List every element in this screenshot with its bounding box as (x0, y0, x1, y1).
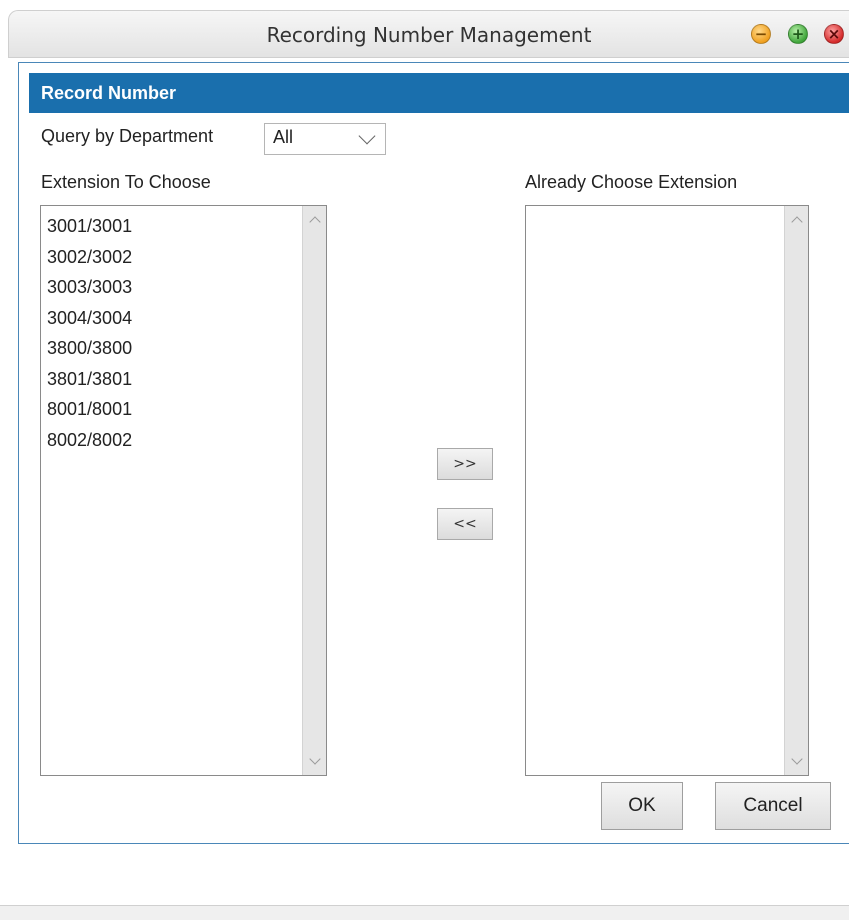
close-icon[interactable]: × (824, 24, 844, 44)
cancel-button[interactable]: Cancel (715, 782, 831, 830)
chevron-down-icon[interactable] (309, 753, 321, 765)
scrollbar[interactable] (784, 206, 808, 775)
list-item[interactable]: 3004/3004 (47, 303, 132, 334)
chevron-down-icon (358, 127, 376, 145)
already-choose-extension-list[interactable] (525, 205, 809, 776)
list-item[interactable]: 3001/3001 (47, 211, 132, 242)
list-item[interactable]: 3801/3801 (47, 364, 132, 395)
add-extension-button[interactable]: >> (437, 448, 493, 480)
list-item[interactable]: 8001/8001 (47, 394, 132, 425)
extension-to-choose-list[interactable]: 3001/3001 3002/3002 3003/3003 3004/3004 … (40, 205, 327, 776)
chevron-down-icon[interactable] (791, 753, 803, 765)
window-title: Recording Number Management (266, 23, 592, 47)
available-extension-items: 3001/3001 3002/3002 3003/3003 3004/3004 … (47, 211, 132, 455)
extension-to-choose-label: Extension To Choose (41, 172, 211, 192)
remove-extension-button[interactable]: << (437, 508, 493, 540)
department-select[interactable]: All (264, 123, 386, 155)
department-select-value: All (273, 127, 294, 147)
panel-header: Record Number (29, 73, 849, 113)
list-item[interactable]: 3002/3002 (47, 242, 132, 273)
minimize-icon[interactable]: − (751, 24, 771, 44)
chevron-up-icon[interactable] (791, 216, 803, 228)
title-bar[interactable]: Recording Number Management − + × (8, 10, 849, 58)
list-item[interactable]: 3003/3003 (47, 272, 132, 303)
chevron-up-icon[interactable] (309, 216, 321, 228)
maximize-icon[interactable]: + (788, 24, 808, 44)
list-item[interactable]: 3800/3800 (47, 333, 132, 364)
already-choose-extension-label: Already Choose Extension (525, 172, 738, 192)
list-item[interactable]: 8002/8002 (47, 425, 132, 456)
query-by-department-label: Query by Department (41, 126, 214, 146)
bottom-bar (0, 905, 849, 920)
ok-button[interactable]: OK (601, 782, 683, 830)
recording-number-dialog: Recording Number Management − + × Record… (0, 0, 849, 920)
scrollbar[interactable] (302, 206, 326, 775)
